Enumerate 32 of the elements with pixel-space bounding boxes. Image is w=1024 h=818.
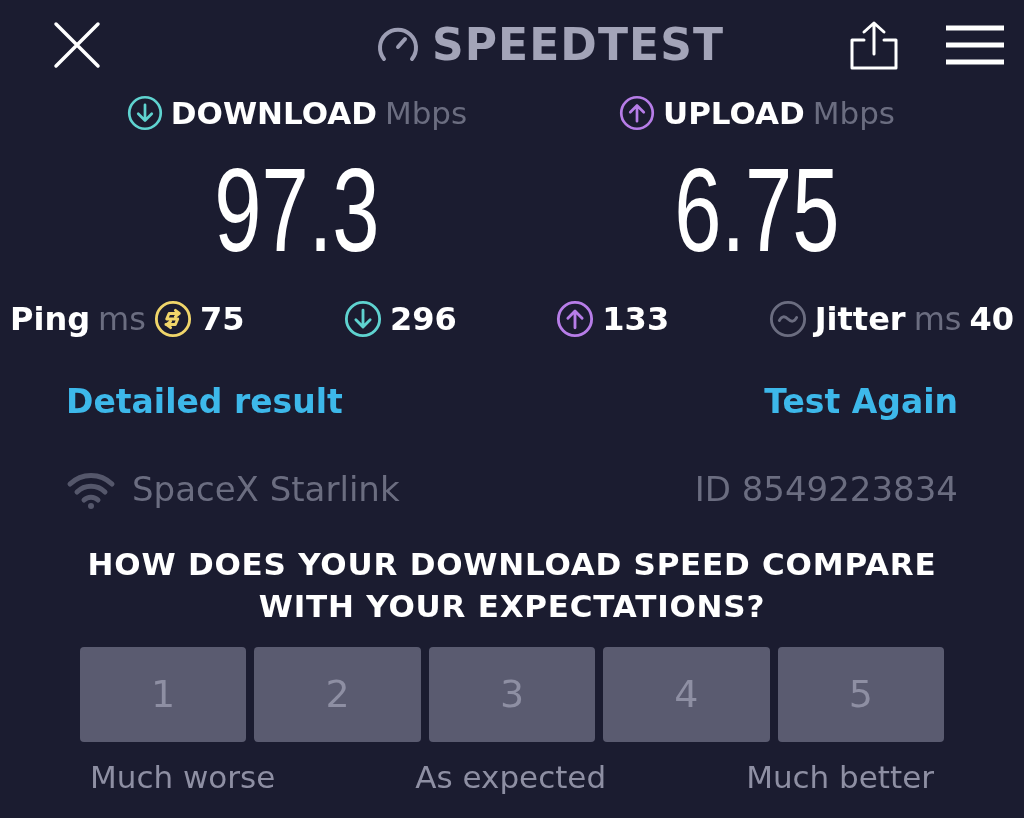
scale-label: Much worse bbox=[90, 758, 276, 797]
scale-label: As expected bbox=[415, 758, 607, 797]
stat-unit: ms bbox=[913, 298, 962, 340]
result-link[interactable]: Detailed result bbox=[66, 376, 343, 426]
app-title: SPEEDTEST bbox=[431, 18, 725, 72]
provider-name: SpaceX Starlink bbox=[132, 468, 400, 511]
download-icon bbox=[344, 299, 382, 338]
stat-value: 40 bbox=[969, 298, 1014, 340]
upload-icon bbox=[618, 95, 655, 132]
jitter-icon bbox=[768, 299, 807, 338]
result-value: 6.75 bbox=[674, 150, 840, 269]
unit-label: Mbps bbox=[812, 94, 896, 133]
ping-icon bbox=[153, 299, 192, 338]
upload-icon bbox=[556, 299, 595, 338]
stat-label: Ping bbox=[10, 298, 91, 340]
unit-label: Mbps bbox=[384, 94, 468, 133]
stat-value: 75 bbox=[199, 298, 245, 340]
stat-value: 133 bbox=[602, 298, 670, 340]
menu-icon[interactable] bbox=[946, 25, 1004, 65]
scale-label: Much better bbox=[746, 758, 934, 797]
stat-value: 296 bbox=[390, 298, 457, 340]
result-id: ID 8549223834 bbox=[694, 468, 958, 511]
survey-question: HOW DOES YOUR DOWNLOAD SPEED COMPARE WITH YOUR EXPECTATIONS? bbox=[86, 545, 938, 626]
result-label: DOWNLOAD bbox=[170, 94, 377, 133]
result-label: UPLOAD bbox=[662, 94, 805, 133]
result-link[interactable]: Test Again bbox=[764, 376, 958, 426]
stat-label: Jitter bbox=[814, 298, 906, 340]
result-value: 97.3 bbox=[214, 150, 380, 269]
share-icon[interactable] bbox=[848, 20, 900, 70]
close-icon[interactable] bbox=[52, 20, 102, 70]
download-icon bbox=[126, 95, 163, 132]
stat-unit: ms bbox=[98, 298, 146, 340]
